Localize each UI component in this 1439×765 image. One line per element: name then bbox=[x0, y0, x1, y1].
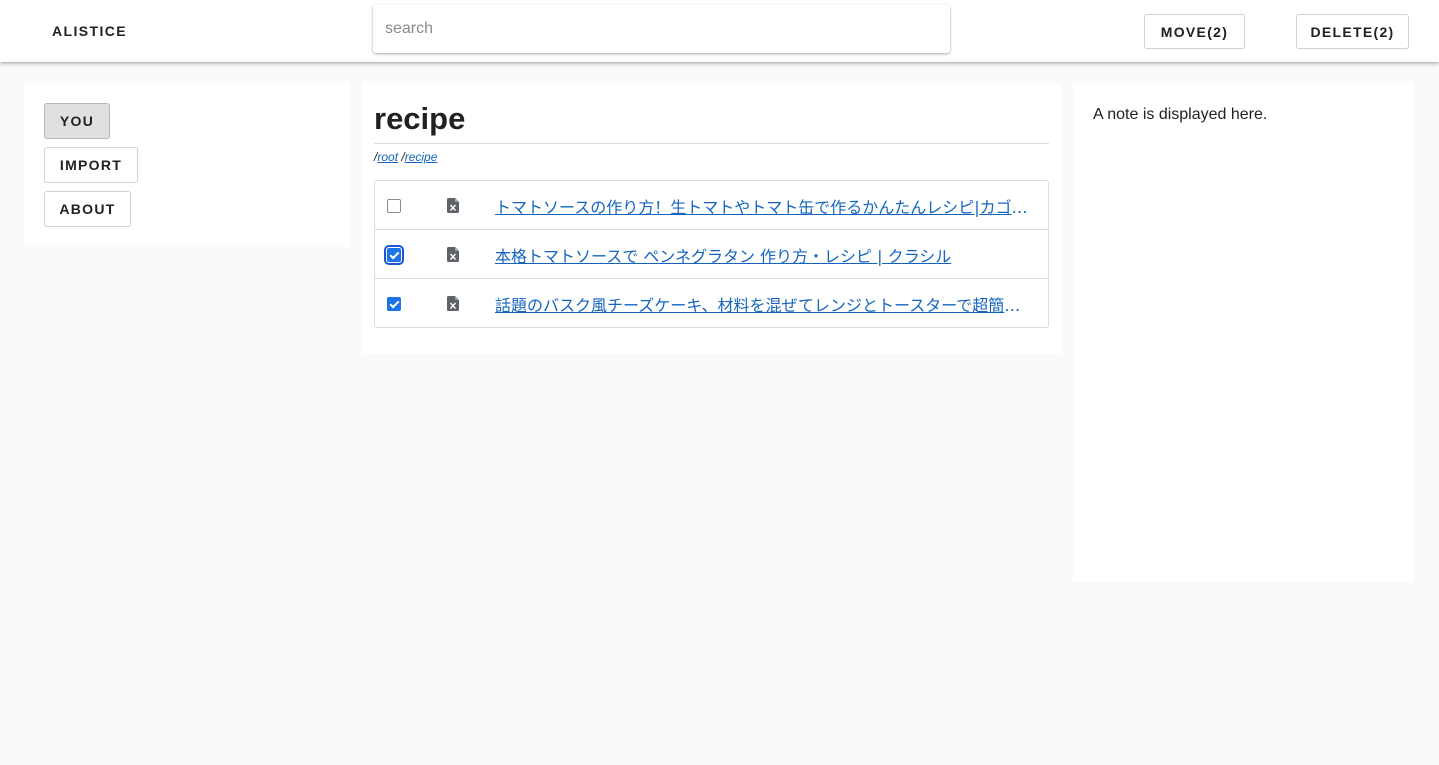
row-checkbox[interactable] bbox=[384, 245, 404, 265]
breadcrumb-link-recipe[interactable]: recipe bbox=[405, 150, 438, 164]
app-brand[interactable]: ALISTICE bbox=[52, 23, 127, 39]
list-item: 話題のバスク風チーズケーキ、材料を混ぜてレンジとトースターで超簡単に作れちゃう bbox=[374, 278, 1049, 328]
note-text: A note is displayed here. bbox=[1093, 106, 1268, 123]
bookmark-link[interactable]: 本格トマトソースで ペンネグラタン 作り方・レシピ | クラシル bbox=[495, 243, 1035, 267]
file-document-icon bbox=[447, 198, 459, 213]
delete-button[interactable]: DELETE(2) bbox=[1296, 14, 1409, 49]
list-item: 本格トマトソースで ペンネグラタン 作り方・レシピ | クラシル bbox=[374, 229, 1049, 279]
item-list: トマトソースの作り方！生トマトやトマト缶で作るかんたんレシピ|カゴメ株式会社 本… bbox=[374, 180, 1049, 328]
nav-import-button[interactable]: IMPORT bbox=[44, 147, 138, 183]
file-document-icon bbox=[447, 247, 459, 262]
search-box[interactable] bbox=[373, 5, 950, 53]
folder-panel: recipe /root /recipe トマトソースの作り方！生トマトやトマト… bbox=[362, 83, 1061, 354]
title-divider bbox=[374, 143, 1049, 144]
breadcrumb-link-root[interactable]: root bbox=[377, 150, 398, 164]
bookmark-link[interactable]: トマトソースの作り方！生トマトやトマト缶で作るかんたんレシピ|カゴメ株式会社 bbox=[495, 194, 1035, 218]
search-input[interactable] bbox=[373, 5, 950, 53]
note-panel: A note is displayed here. bbox=[1073, 83, 1414, 582]
nav-you-button[interactable]: YOU bbox=[44, 103, 110, 139]
bookmark-link[interactable]: 話題のバスク風チーズケーキ、材料を混ぜてレンジとトースターで超簡単に作れちゃう bbox=[495, 292, 1035, 316]
nav-about-button[interactable]: ABOUT bbox=[44, 191, 131, 227]
page-title: recipe bbox=[374, 101, 466, 136]
breadcrumb: /root /recipe bbox=[374, 150, 437, 164]
row-checkbox[interactable] bbox=[387, 199, 401, 213]
row-checkbox[interactable] bbox=[387, 297, 401, 311]
list-item: トマトソースの作り方！生トマトやトマト缶で作るかんたんレシピ|カゴメ株式会社 bbox=[374, 180, 1049, 230]
file-document-icon bbox=[447, 296, 459, 311]
app-bar: ALISTICE MOVE(2) DELETE(2) bbox=[0, 0, 1439, 62]
move-button[interactable]: MOVE(2) bbox=[1144, 14, 1245, 49]
sidebar: YOU IMPORT ABOUT bbox=[24, 83, 350, 247]
